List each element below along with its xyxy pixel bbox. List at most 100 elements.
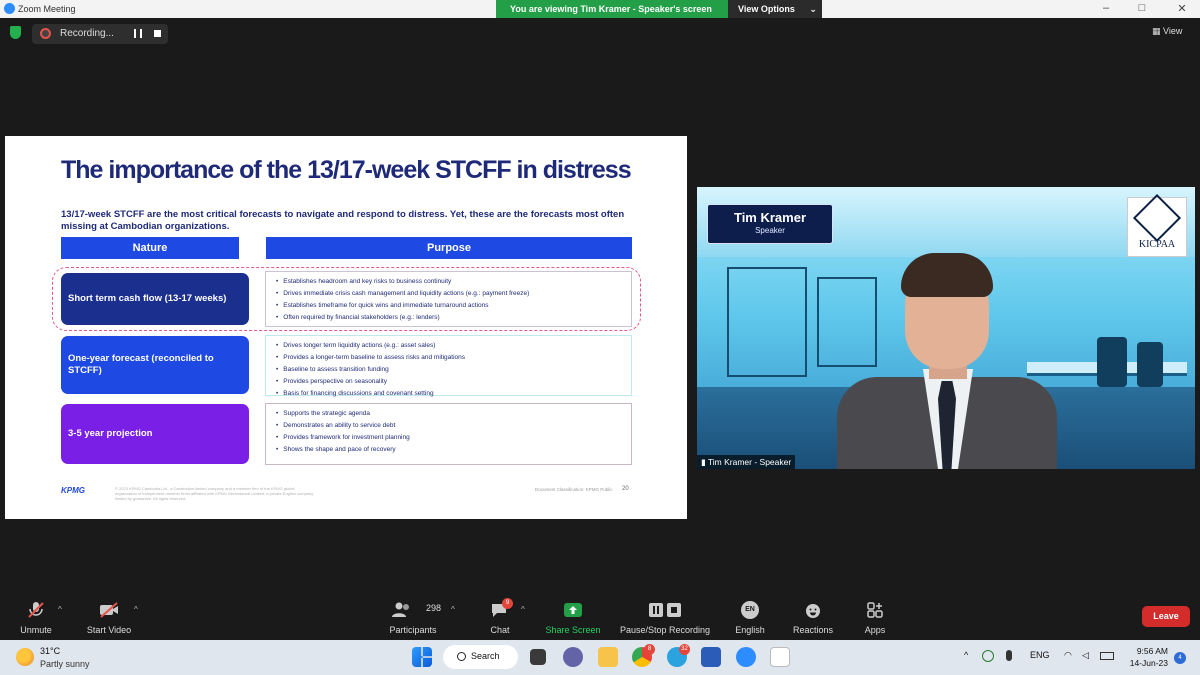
language-label: English [735,625,765,635]
participants-icon: 298 [384,601,442,619]
slide-title: The importance of the 13/17-week STCFF i… [61,156,632,184]
microphone-icon[interactable] [1006,650,1012,661]
purpose-item: Establishes timeframe for quick wins and… [276,300,631,312]
chat-caret-icon[interactable]: ^ [521,605,525,614]
purpose-item: Baseline to assess transition funding [276,364,631,376]
language-icon: EN [732,601,768,619]
view-options-button[interactable]: View Options ⌄ [728,0,822,18]
pause-stop-label: Pause/Stop Recording [619,625,711,635]
kicpaa-emblem-icon [1132,193,1182,243]
purpose-item: Shows the shape and pace of recovery [276,444,631,456]
purpose-item: Establishes headroom and key risks to bu… [276,276,631,288]
taskbar-search[interactable]: Search [443,645,518,669]
apps-icon [860,601,890,619]
chevron-up-icon[interactable]: ^ [964,650,968,660]
slide-footer: © 2023 KPMG Cambodia Ltd., a Cambodian l… [115,486,314,501]
apps-button[interactable]: Apps [860,601,890,635]
video-off-icon [82,601,136,619]
chrome-icon[interactable]: 8 [632,644,655,667]
slide-page-number: 20 [622,486,629,492]
slide-subtitle: 13/17-week STCFF are the most critical f… [61,209,625,232]
participant-name: Tim Kramer - Speaker [707,457,792,467]
nature-short-term: Short term cash flow (13-17 weeks) [61,273,249,325]
nature-3-5-year: 3-5 year projection [61,404,249,464]
system-clock[interactable]: 9:56 AM 14-Jun-23 [1120,645,1168,669]
speaker-name: Tim Kramer [733,210,806,225]
share-screen-button[interactable]: Share Screen [542,601,604,635]
purpose-item: Provides perspective on seasonality [276,376,631,388]
kicpaa-logo: KICPAA [1127,193,1187,257]
search-label: Search [471,651,500,661]
security-shield-icon[interactable] [10,26,21,39]
unmute-label: Unmute [20,625,52,635]
chat-button[interactable]: 9 Chat [484,598,516,635]
doc-classification: Document Classification: KPMG Public [535,487,613,492]
task-view-icon[interactable] [530,649,546,665]
minimize-icon[interactable]: – [1096,2,1116,14]
nature-one-year: One-year forecast (reconciled to STCFF) [61,336,249,394]
kpmg-logo: KPMG [61,486,85,495]
purpose-3-5-year: Supports the strategic agenda Demonstrat… [265,403,632,465]
zoom-taskbar-icon[interactable] [736,647,756,667]
leave-button[interactable]: Leave [1142,606,1190,627]
shelf [727,267,807,377]
purpose-header: Purpose [266,237,632,259]
reactions-button[interactable]: Reactions [790,601,836,635]
language-code: EN [741,601,759,619]
share-screen-label: Share Screen [545,625,601,635]
battery-icon[interactable] [1100,652,1114,660]
purpose-item: Often required by financial stakeholders… [276,312,631,324]
word-icon[interactable] [701,647,721,667]
participant-name-label: ▮ Tim Kramer - Speaker [697,455,796,469]
zoom-icon [4,3,15,14]
pause-stop-icon [616,601,714,619]
chair [1137,342,1163,387]
reactions-label: Reactions [792,625,834,635]
audio-options-caret-icon[interactable]: ^ [58,605,62,614]
weather-description: Partly sunny [40,659,90,669]
maximize-icon[interactable]: □ [1132,2,1152,14]
participants-label: Participants [389,625,437,635]
speaker-name-tag: Tim Kramer Speaker [707,204,833,244]
chrome-badge: 8 [644,644,655,655]
temperature: 31°C [40,646,61,656]
pause-recording-icon[interactable] [134,29,142,38]
input-language[interactable]: ENG [1030,650,1050,660]
start-video-button[interactable]: Start Video [82,601,136,635]
participants-button[interactable]: 298 Participants [384,601,442,635]
purpose-one-year: Drives longer term liquidity actions (e.… [265,335,632,397]
speaker-person [837,249,1057,469]
pause-stop-recording-button[interactable]: Pause/Stop Recording [616,601,714,635]
participants-caret-icon[interactable]: ^ [451,605,455,614]
purpose-item: Provides a longer-term baseline to asses… [276,352,631,364]
purpose-item: Drives immediate crisis cash management … [276,288,631,300]
language-button[interactable]: EN English [732,601,768,635]
unmute-button[interactable]: Unmute [14,601,58,635]
nature-header: Nature [61,237,239,259]
notification-badge[interactable]: 4 [1174,652,1186,664]
purpose-item: Basis for financing discussions and cove… [276,388,631,400]
hair [901,253,993,297]
telegram-icon[interactable]: 32 [667,644,690,667]
share-screen-icon [542,601,604,619]
chat-badge: 9 [502,598,513,609]
purpose-item: Drives longer term liquidity actions (e.… [276,340,631,352]
wifi-icon[interactable]: ◠ [1064,650,1072,661]
start-video-label: Start Video [86,625,132,635]
view-button[interactable]: ▦ View [1152,26,1182,37]
file-explorer-icon[interactable] [598,647,618,667]
view-options-label: View Options [738,4,795,14]
sync-icon[interactable] [982,650,994,662]
video-options-caret-icon[interactable]: ^ [134,605,138,614]
recording-label: Recording... [60,28,114,39]
speaker-video[interactable]: Tim Kramer Speaker KICPAA ▮ Tim Kramer -… [697,187,1195,469]
windows-start-icon[interactable] [412,647,432,667]
teams-chat-icon[interactable] [563,647,583,667]
recording-indicator: Recording... [32,24,168,44]
snipping-tool-icon[interactable] [770,647,790,667]
view-label: View [1163,26,1183,36]
stop-recording-icon[interactable] [154,30,161,37]
partly-sunny-icon [16,648,34,666]
close-icon[interactable]: ✕ [1172,2,1192,15]
volume-icon[interactable]: ◁ [1082,650,1089,661]
